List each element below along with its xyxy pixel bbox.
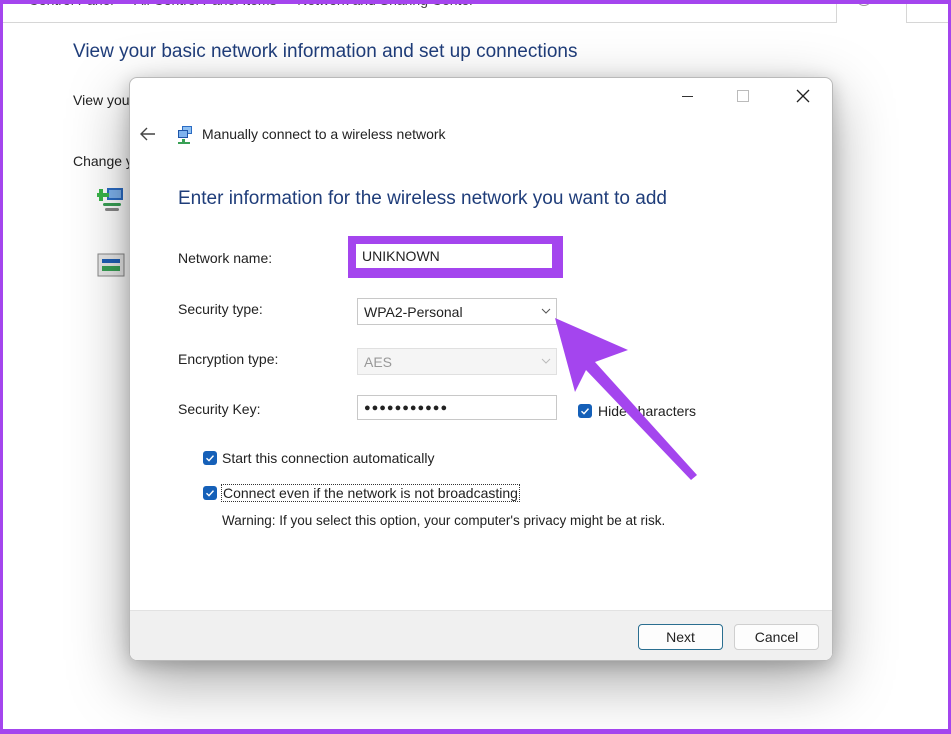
back-arrow-icon[interactable] [138,124,158,144]
security-type-label: Security type: [178,301,263,317]
breadcrumb-separator: › [121,0,127,8]
hide-characters-checkbox[interactable] [578,404,592,418]
cancel-button[interactable]: Cancel [734,624,819,650]
history-dropdown-icon[interactable]: ⌄ [814,0,823,5]
connect-not-broadcasting-checkbox[interactable] [203,486,217,500]
maximize-button[interactable] [720,78,766,114]
security-key-input[interactable]: ●●●●●●●●●●● [357,395,557,420]
address-bar[interactable]: › Control Panel › All Control Panel Items › N… [0,0,872,23]
wireless-network-icon [178,126,192,144]
hide-characters-label[interactable]: Hide characters [598,403,696,419]
refresh-icon[interactable] [856,0,872,6]
checkmark-icon [581,408,590,415]
close-button[interactable] [780,78,826,114]
breadcrumb-separator: › [284,0,290,8]
breadcrumb-separator: › [16,0,21,8]
search-input[interactable]: Search [906,0,951,23]
dialog-heading: Enter information for the wireless netwo… [178,188,667,209]
start-automatically-checkbox[interactable] [203,451,217,465]
encryption-type-label: Encryption type: [178,351,279,367]
close-icon [796,89,810,103]
next-button[interactable]: Next [638,624,723,650]
breadcrumb-item[interactable]: Control Panel [29,0,114,8]
encryption-type-value: AES [364,353,393,370]
chevron-down-icon [541,358,551,364]
breadcrumb-item[interactable]: All Control Panel Items [134,0,276,8]
privacy-warning: Warning: If you select this option, your… [222,513,666,528]
checkmark-icon [206,455,215,462]
start-automatically-label[interactable]: Start this connection automatically [222,450,434,466]
security-type-value: WPA2-Personal [364,303,463,320]
encryption-type-select: AES [357,348,557,375]
troubleshoot-icon[interactable] [97,253,125,277]
dialog-footer: Next Cancel [130,610,832,660]
breadcrumb: › Control Panel › All Control Panel Items › N… [8,0,474,8]
chevron-down-icon [541,308,551,314]
connect-not-broadcasting-label[interactable]: Connect even if the network is not broad… [221,484,520,502]
breadcrumb-item[interactable]: Network and Sharing Center [297,0,474,8]
security-key-label: Security Key: [178,401,261,417]
network-name-input[interactable]: UNIKNOWN [356,244,552,268]
checkmark-icon [206,490,215,497]
section-change-settings: Change y [73,153,133,169]
page-title: View your basic network information and … [73,41,578,62]
section-view-networks: View you [73,92,130,108]
security-type-select[interactable]: WPA2-Personal [357,298,557,325]
network-name-label: Network name: [178,250,273,266]
minimize-button[interactable] [664,78,710,114]
dialog-title: Manually connect to a wireless network [202,126,446,142]
search-placeholder: Search [917,0,951,7]
manual-connect-dialog: Manually connect to a wireless network E… [129,77,833,661]
new-connection-icon[interactable] [97,183,127,213]
maximize-icon [737,90,749,102]
minimize-icon [681,95,693,97]
